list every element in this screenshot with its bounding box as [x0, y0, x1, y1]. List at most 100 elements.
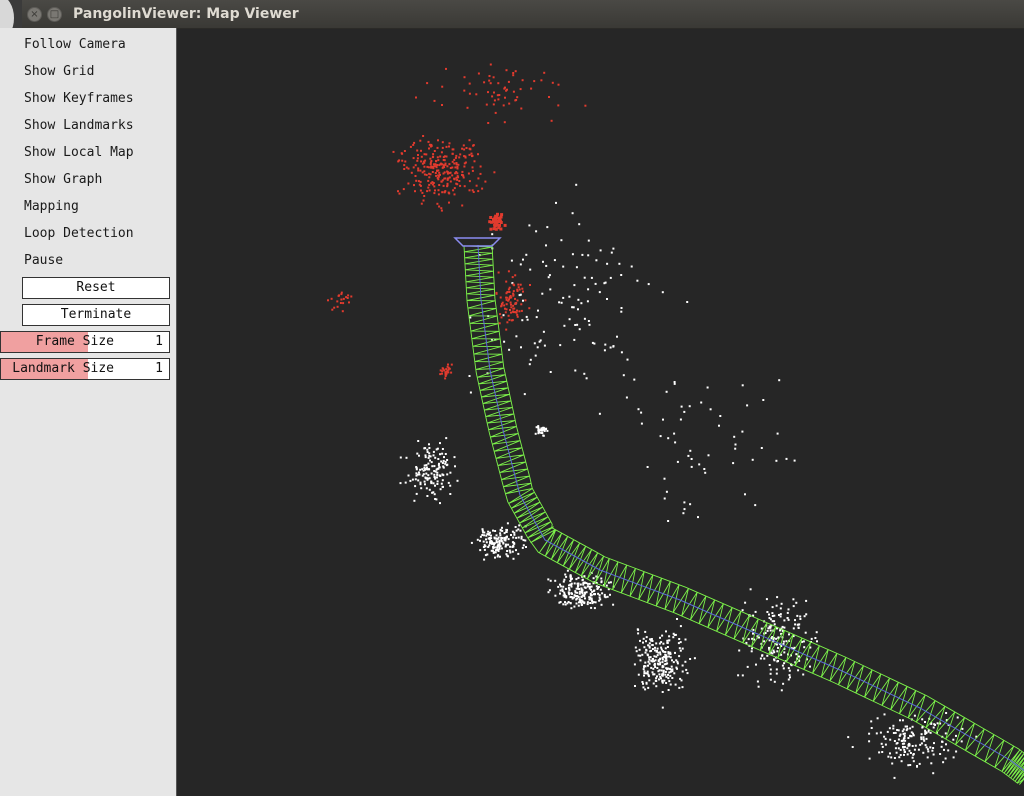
landmark-point: [453, 193, 456, 196]
landmark-point: [647, 664, 649, 667]
maximize-icon[interactable]: □: [47, 7, 62, 22]
landmark-point: [497, 271, 500, 274]
terminate-button[interactable]: Terminate: [22, 304, 170, 326]
landmark-point: [422, 469, 425, 472]
landmark-point: [639, 659, 642, 662]
landmark-point: [780, 689, 783, 692]
landmark-point: [414, 485, 417, 488]
map-viewport[interactable]: [177, 28, 1024, 796]
landmark-point: [643, 670, 646, 673]
landmark-point: [904, 739, 907, 742]
landmark-point: [673, 432, 676, 435]
landmark-point: [676, 618, 678, 620]
landmark-point: [428, 468, 431, 471]
landmark-point: [427, 166, 430, 169]
landmark-point: [707, 454, 710, 457]
landmark-point: [511, 530, 514, 533]
landmark-size-slider[interactable]: Landmark Size 1: [0, 358, 170, 380]
landmark-point: [498, 94, 501, 96]
reset-button[interactable]: Reset: [22, 277, 170, 299]
landmark-point: [689, 503, 692, 506]
landmark-point: [424, 476, 427, 479]
landmark-point: [680, 405, 683, 408]
landmark-point: [925, 737, 928, 740]
close-icon[interactable]: ×: [27, 7, 42, 22]
landmark-point: [535, 316, 538, 319]
checkbox-show-graph[interactable]: Show Graph: [24, 170, 102, 190]
landmark-point: [776, 660, 779, 663]
landmark-point: [340, 291, 343, 294]
landmark-point: [562, 585, 565, 588]
landmark-point: [490, 549, 493, 552]
landmark-point: [908, 749, 911, 752]
landmark-point: [656, 649, 658, 652]
landmark-point: [571, 212, 574, 215]
landmark-point: [603, 349, 606, 352]
landmark-point: [741, 384, 744, 387]
landmark-point: [517, 283, 520, 286]
landmark-point: [516, 290, 519, 292]
frame-size-slider[interactable]: Frame Size 1: [0, 331, 170, 353]
landmark-point: [630, 265, 633, 268]
landmark-point: [663, 497, 666, 500]
landmark-point: [609, 593, 611, 596]
landmark-point: [547, 276, 550, 279]
landmark-point: [660, 646, 663, 649]
landmark-point: [771, 612, 774, 615]
checkbox-show-local-map[interactable]: Show Local Map: [24, 143, 134, 163]
landmark-point: [900, 739, 903, 742]
landmark-point: [508, 318, 511, 321]
landmark-point: [404, 481, 407, 484]
landmark-point: [548, 96, 550, 98]
landmark-point: [439, 173, 441, 176]
landmark-point: [851, 746, 854, 748]
landmark-point: [481, 534, 484, 536]
landmark-point: [439, 475, 442, 477]
landmark-point: [488, 220, 492, 224]
landmark-point: [749, 588, 752, 591]
landmark-point: [573, 582, 576, 585]
landmark-point: [538, 429, 541, 432]
checkbox-follow-camera[interactable]: Follow Camera: [24, 35, 126, 55]
landmark-point: [783, 662, 786, 665]
landmark-point: [658, 673, 661, 676]
landmark-point: [575, 598, 578, 601]
landmark-point: [436, 473, 439, 476]
landmark-point: [442, 156, 445, 159]
landmark-point: [642, 682, 644, 685]
checkbox-show-keyframes[interactable]: Show Keyframes: [24, 89, 134, 109]
checkbox-mapping[interactable]: Mapping: [24, 197, 79, 217]
landmark-point: [536, 346, 539, 349]
landmark-point: [554, 594, 557, 597]
landmark-point: [428, 189, 431, 192]
landmark-point: [644, 688, 647, 691]
landmark-point: [504, 96, 506, 99]
landmark-point: [650, 649, 653, 652]
landmark-point: [618, 262, 621, 265]
checkbox-loop-detection[interactable]: Loop Detection: [24, 224, 134, 244]
landmark-point: [786, 611, 789, 614]
landmark-point: [510, 306, 513, 309]
landmark-point: [501, 537, 504, 540]
checkbox-pause[interactable]: Pause: [24, 251, 63, 271]
landmark-point: [572, 306, 575, 309]
landmark-point: [956, 716, 959, 719]
landmark-point: [428, 488, 431, 491]
landmark-point: [444, 453, 447, 455]
checkbox-show-landmarks[interactable]: Show Landmarks: [24, 116, 134, 136]
landmark-point: [435, 166, 438, 169]
landmark-point: [648, 679, 651, 682]
landmark-point: [667, 689, 670, 691]
landmark-point: [477, 153, 479, 156]
landmark-point: [443, 191, 446, 194]
landmark-point: [427, 179, 430, 182]
landmark-point: [488, 537, 491, 540]
landmark-point: [514, 526, 517, 528]
window-titlebar[interactable]: × □ PangolinViewer: Map Viewer: [22, 0, 1024, 29]
landmark-point: [677, 642, 680, 645]
landmark-point: [952, 756, 955, 759]
landmark-point: [768, 617, 771, 619]
checkbox-show-grid[interactable]: Show Grid: [24, 62, 94, 82]
landmark-point: [647, 686, 650, 689]
landmark-point: [518, 524, 521, 527]
